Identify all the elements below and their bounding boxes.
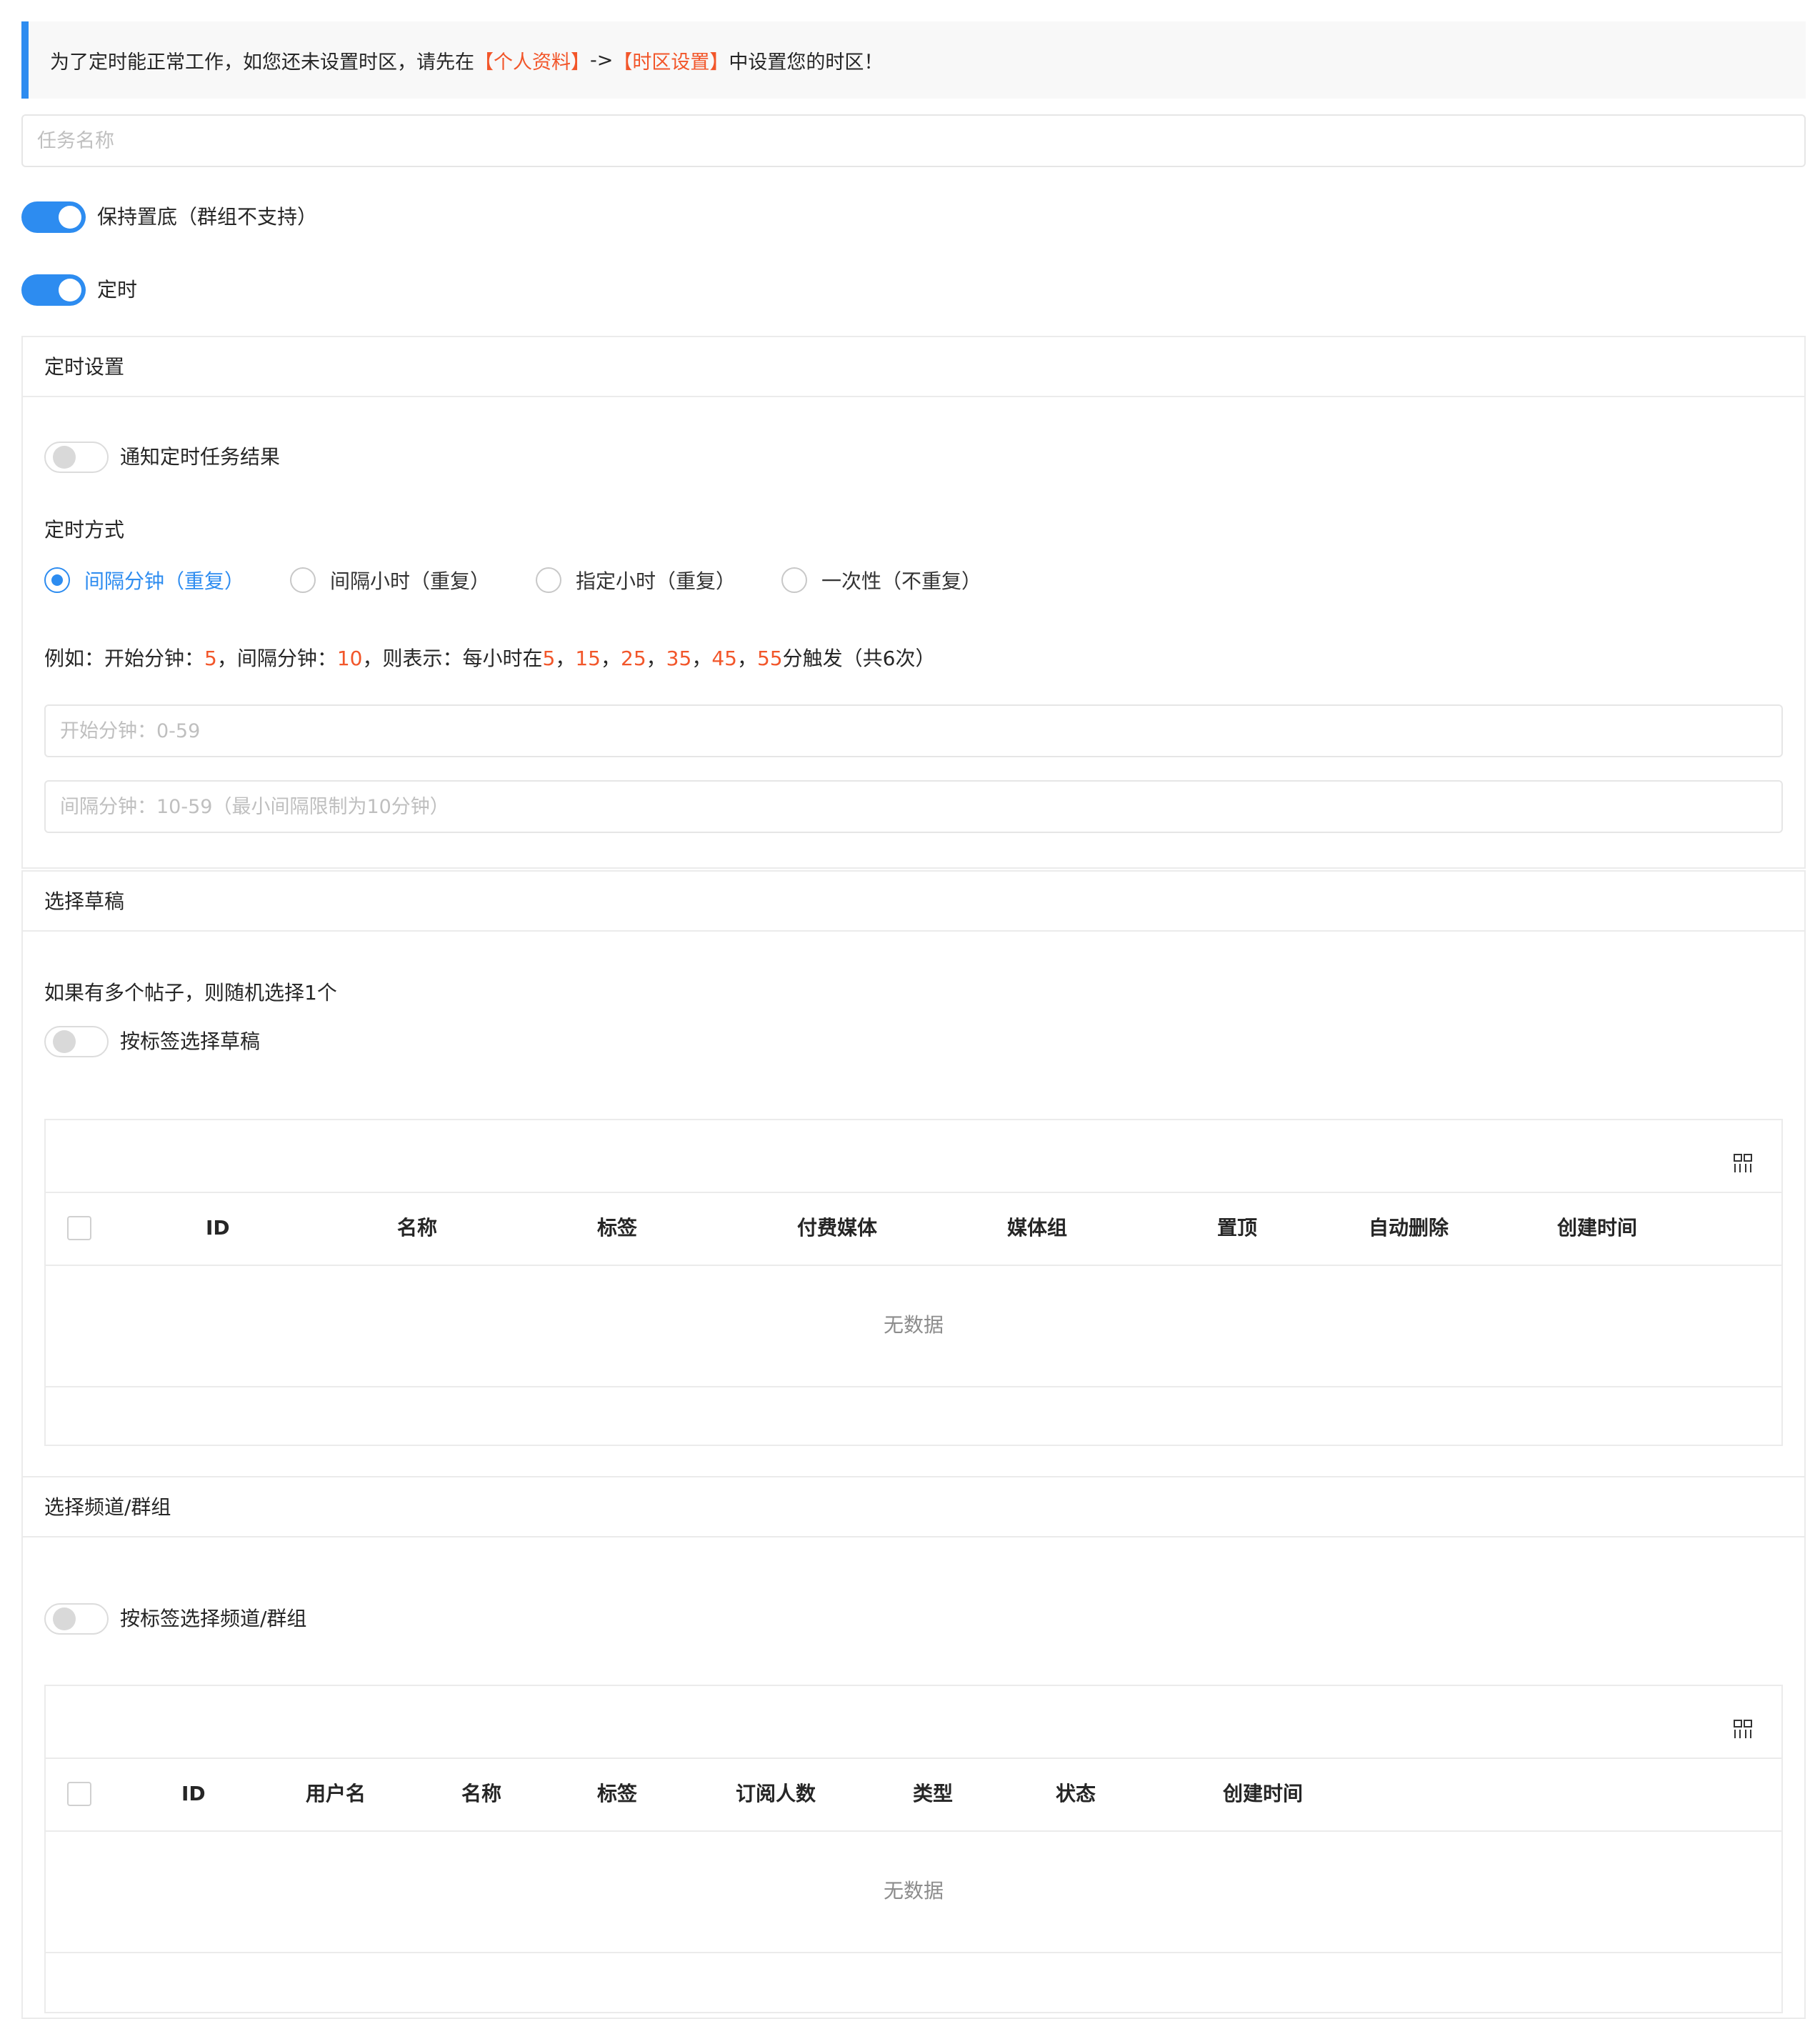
example-number: 5 bbox=[204, 647, 217, 670]
table-empty-state: 无数据 bbox=[46, 1830, 1781, 1953]
channel-by-tag-label: 按标签选择频道/群组 bbox=[120, 1607, 307, 1630]
notice-arrow: -> bbox=[590, 49, 614, 71]
radio-label: 间隔分钟（重复） bbox=[84, 569, 245, 593]
radio-dot bbox=[781, 567, 808, 593]
schedule-mode-radio-group: 间隔分钟（重复） 间隔小时（重复） 指定小时（重复） 一次性（不重复） bbox=[44, 566, 1027, 594]
switch-knob bbox=[59, 206, 81, 229]
example-number: 45 bbox=[711, 647, 737, 670]
switch-knob bbox=[53, 446, 76, 469]
timezone-notice: 为了定时能正常工作，如您还未设置时区，请先在 【个人资料】 -> 【时区设置】 … bbox=[21, 21, 1806, 99]
draft-by-tag-switch[interactable] bbox=[44, 1026, 109, 1057]
select-draft-panel: 选择草稿 如果有多个帖子，则随机选择1个 按标签选择草稿 ID 名称 标签 付费… bbox=[21, 870, 1806, 1479]
radio-label: 一次性（不重复） bbox=[821, 569, 982, 593]
example-number: 15 bbox=[575, 647, 601, 670]
switch-knob bbox=[59, 279, 81, 301]
column-header-pinned[interactable]: 置顶 bbox=[1217, 1192, 1257, 1265]
column-header-created-at[interactable]: 创建时间 bbox=[1223, 1758, 1303, 1830]
radio-one-time[interactable]: 一次性（不重复） bbox=[781, 566, 981, 594]
column-header-tags[interactable]: 标签 bbox=[597, 1758, 637, 1830]
timezone-settings-link[interactable]: 【时区设置】 bbox=[613, 46, 729, 74]
table-header: ID 用户名 名称 标签 订阅人数 类型 状态 创建时间 bbox=[46, 1758, 1781, 1832]
draft-hint: 如果有多个帖子，则随机选择1个 bbox=[44, 981, 337, 1004]
radio-interval-hours[interactable]: 间隔小时（重复） bbox=[290, 566, 490, 594]
panel-title: 选择草稿 bbox=[23, 872, 1804, 932]
radio-specific-hours[interactable]: 指定小时（重复） bbox=[536, 566, 736, 594]
example-number: 55 bbox=[756, 647, 783, 670]
column-header-id[interactable]: ID bbox=[181, 1758, 206, 1830]
example-number: 10 bbox=[336, 647, 363, 670]
table-toolbar bbox=[46, 1686, 1781, 1759]
example-text: ， bbox=[736, 647, 757, 670]
example-text: ， bbox=[646, 647, 666, 670]
column-header-auto-delete[interactable]: 自动删除 bbox=[1369, 1192, 1449, 1265]
radio-dot bbox=[44, 567, 70, 593]
notice-prefix: 为了定时能正常工作，如您还未设置时区，请先在 bbox=[50, 51, 474, 74]
schedule-label: 定时 bbox=[97, 278, 138, 301]
example-text: ， bbox=[555, 647, 576, 670]
channel-table: ID 用户名 名称 标签 订阅人数 类型 状态 创建时间 无数据 bbox=[44, 1685, 1783, 2013]
column-header-paid-media[interactable]: 付费媒体 bbox=[797, 1192, 877, 1265]
table-empty-state: 无数据 bbox=[46, 1265, 1781, 1387]
radio-dot bbox=[536, 567, 562, 593]
column-header-status[interactable]: 状态 bbox=[1056, 1758, 1096, 1830]
select-all-checkbox[interactable] bbox=[67, 1216, 91, 1240]
select-channel-panel: 选择频道/群组 按标签选择频道/群组 ID 用户名 名称 标签 订阅人数 类型 … bbox=[21, 1476, 1806, 2019]
example-text: ，间隔分钟： bbox=[216, 647, 337, 670]
keep-bottom-switch[interactable] bbox=[21, 201, 86, 233]
interval-minute-input[interactable] bbox=[44, 780, 1783, 833]
draft-table: ID 名称 标签 付费媒体 媒体组 置顶 自动删除 创建时间 无数据 bbox=[44, 1119, 1783, 1446]
radio-label: 指定小时（重复） bbox=[576, 569, 736, 593]
switch-knob bbox=[53, 1607, 76, 1630]
draft-by-tag-label: 按标签选择草稿 bbox=[120, 1030, 261, 1053]
panel-title: 定时设置 bbox=[23, 337, 1804, 397]
example-text: 分触发（共6次） bbox=[782, 647, 936, 670]
column-header-tags[interactable]: 标签 bbox=[597, 1192, 637, 1265]
radio-dot bbox=[290, 567, 316, 593]
column-header-name[interactable]: 名称 bbox=[397, 1192, 437, 1265]
example-text: ，则表示：每小时在 bbox=[362, 647, 543, 670]
column-header-type[interactable]: 类型 bbox=[913, 1758, 953, 1830]
start-minute-input[interactable] bbox=[44, 704, 1783, 757]
radio-label: 间隔小时（重复） bbox=[330, 569, 491, 593]
select-all-checkbox[interactable] bbox=[67, 1782, 91, 1806]
notify-result-label: 通知定时任务结果 bbox=[120, 445, 281, 469]
schedule-settings-panel: 定时设置 通知定时任务结果 定时方式 间隔分钟（重复） 间隔小时（重复） 指定小… bbox=[21, 336, 1806, 869]
profile-link[interactable]: 【个人资料】 bbox=[474, 46, 590, 74]
task-name-input[interactable] bbox=[21, 114, 1806, 167]
example-text: ， bbox=[601, 647, 621, 670]
table-header: ID 名称 标签 付费媒体 媒体组 置顶 自动删除 创建时间 bbox=[46, 1192, 1781, 1266]
table-toolbar bbox=[46, 1120, 1781, 1193]
column-header-username[interactable]: 用户名 bbox=[306, 1758, 366, 1830]
example-number: 25 bbox=[621, 647, 646, 670]
radio-interval-minutes[interactable]: 间隔分钟（重复） bbox=[44, 566, 244, 594]
example-text: ， bbox=[691, 647, 712, 670]
switch-knob bbox=[53, 1030, 76, 1053]
column-header-media-group[interactable]: 媒体组 bbox=[1007, 1192, 1067, 1265]
keep-bottom-label: 保持置底（群组不支持） bbox=[97, 205, 318, 229]
column-header-created-at[interactable]: 创建时间 bbox=[1557, 1192, 1637, 1265]
example-number: 5 bbox=[542, 647, 556, 670]
notice-suffix: 中设置您的时区！ bbox=[729, 51, 884, 74]
example-number: 35 bbox=[666, 647, 692, 670]
column-settings-icon[interactable] bbox=[1733, 1719, 1753, 1739]
column-settings-icon[interactable] bbox=[1733, 1153, 1753, 1173]
schedule-example: 例如：开始分钟：5，间隔分钟：10，则表示：每小时在5，15，25，35，45，… bbox=[44, 643, 935, 672]
column-header-subscribers[interactable]: 订阅人数 bbox=[736, 1758, 816, 1830]
schedule-mode-label: 定时方式 bbox=[44, 518, 125, 542]
column-header-id[interactable]: ID bbox=[206, 1192, 230, 1265]
column-header-name[interactable]: 名称 bbox=[461, 1758, 501, 1830]
schedule-switch[interactable] bbox=[21, 274, 86, 306]
channel-by-tag-switch[interactable] bbox=[44, 1603, 109, 1635]
panel-title: 选择频道/群组 bbox=[23, 1477, 1804, 1537]
example-text: 例如：开始分钟： bbox=[44, 647, 205, 670]
notify-result-switch[interactable] bbox=[44, 442, 109, 473]
